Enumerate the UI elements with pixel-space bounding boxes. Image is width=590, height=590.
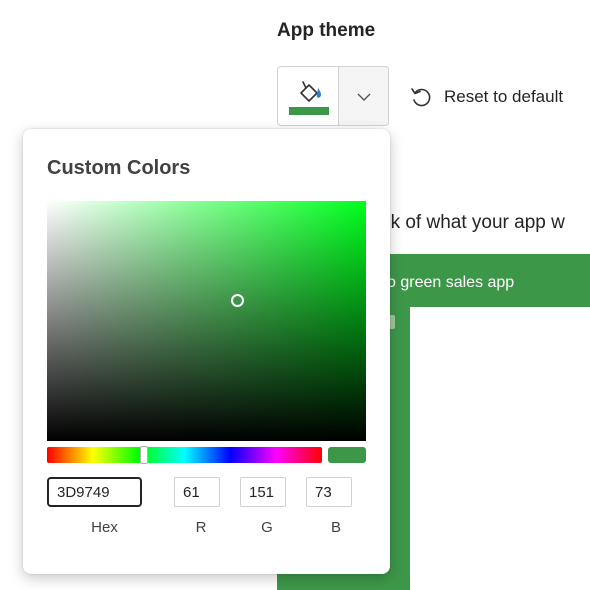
theme-color-swatch bbox=[289, 107, 329, 115]
preview-description: ek of what your app w bbox=[380, 212, 565, 233]
saturation-value-area[interactable] bbox=[47, 201, 366, 441]
theme-dropdown-button[interactable] bbox=[339, 66, 389, 126]
chevron-down-icon bbox=[357, 93, 371, 101]
custom-colors-popup: Custom Colors 3D9749 61 151 73 Hex R G B bbox=[23, 129, 390, 574]
reset-icon bbox=[411, 88, 431, 107]
green-label: G bbox=[261, 519, 273, 536]
hue-slider[interactable] bbox=[47, 446, 322, 464]
app-preview-title: o green sales app bbox=[387, 274, 515, 291]
green-input[interactable]: 151 bbox=[240, 477, 286, 507]
paint-bucket-icon bbox=[300, 81, 322, 102]
custom-colors-title: Custom Colors bbox=[47, 157, 191, 179]
red-label: R bbox=[195, 519, 207, 536]
blue-input[interactable]: 73 bbox=[306, 477, 352, 507]
hex-label: Hex bbox=[91, 519, 118, 536]
app-preview-canvas bbox=[410, 307, 590, 590]
reset-to-default-button[interactable]: Reset to default bbox=[410, 86, 563, 108]
app-theme-title: App theme bbox=[277, 20, 376, 41]
value-gradient bbox=[47, 201, 366, 441]
selected-color-preview bbox=[328, 447, 366, 463]
red-input[interactable]: 61 bbox=[174, 477, 220, 507]
blue-label: B bbox=[330, 519, 341, 536]
hex-input[interactable]: 3D9749 bbox=[47, 477, 142, 507]
hue-slider-thumb[interactable] bbox=[140, 446, 148, 464]
reset-label: Reset to default bbox=[444, 87, 564, 106]
color-picker-cursor[interactable] bbox=[231, 294, 244, 307]
theme-color-button[interactable] bbox=[277, 66, 339, 126]
